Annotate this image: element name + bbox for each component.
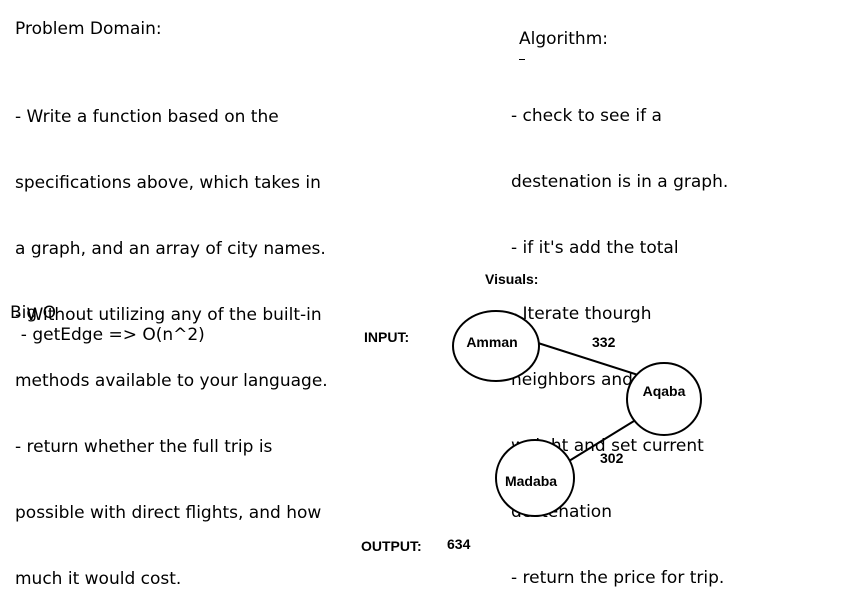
edge-amman-aqaba [537,342,639,376]
node-amman: Amman [452,310,540,382]
edge-weight-aqaba-madaba: 302 [600,450,624,466]
node-madaba: Madaba [495,439,575,517]
node-aqaba-circle [626,362,702,436]
city-graph: 332 302 Amman Aqaba Madaba [452,310,702,517]
node-aqaba-label: Aqaba [643,383,686,399]
node-amman-label: Amman [466,334,517,350]
node-aqaba: Aqaba [626,362,702,436]
node-madaba-label: Madaba [505,473,557,489]
edge-weight-amman-aqaba: 332 [592,334,616,350]
